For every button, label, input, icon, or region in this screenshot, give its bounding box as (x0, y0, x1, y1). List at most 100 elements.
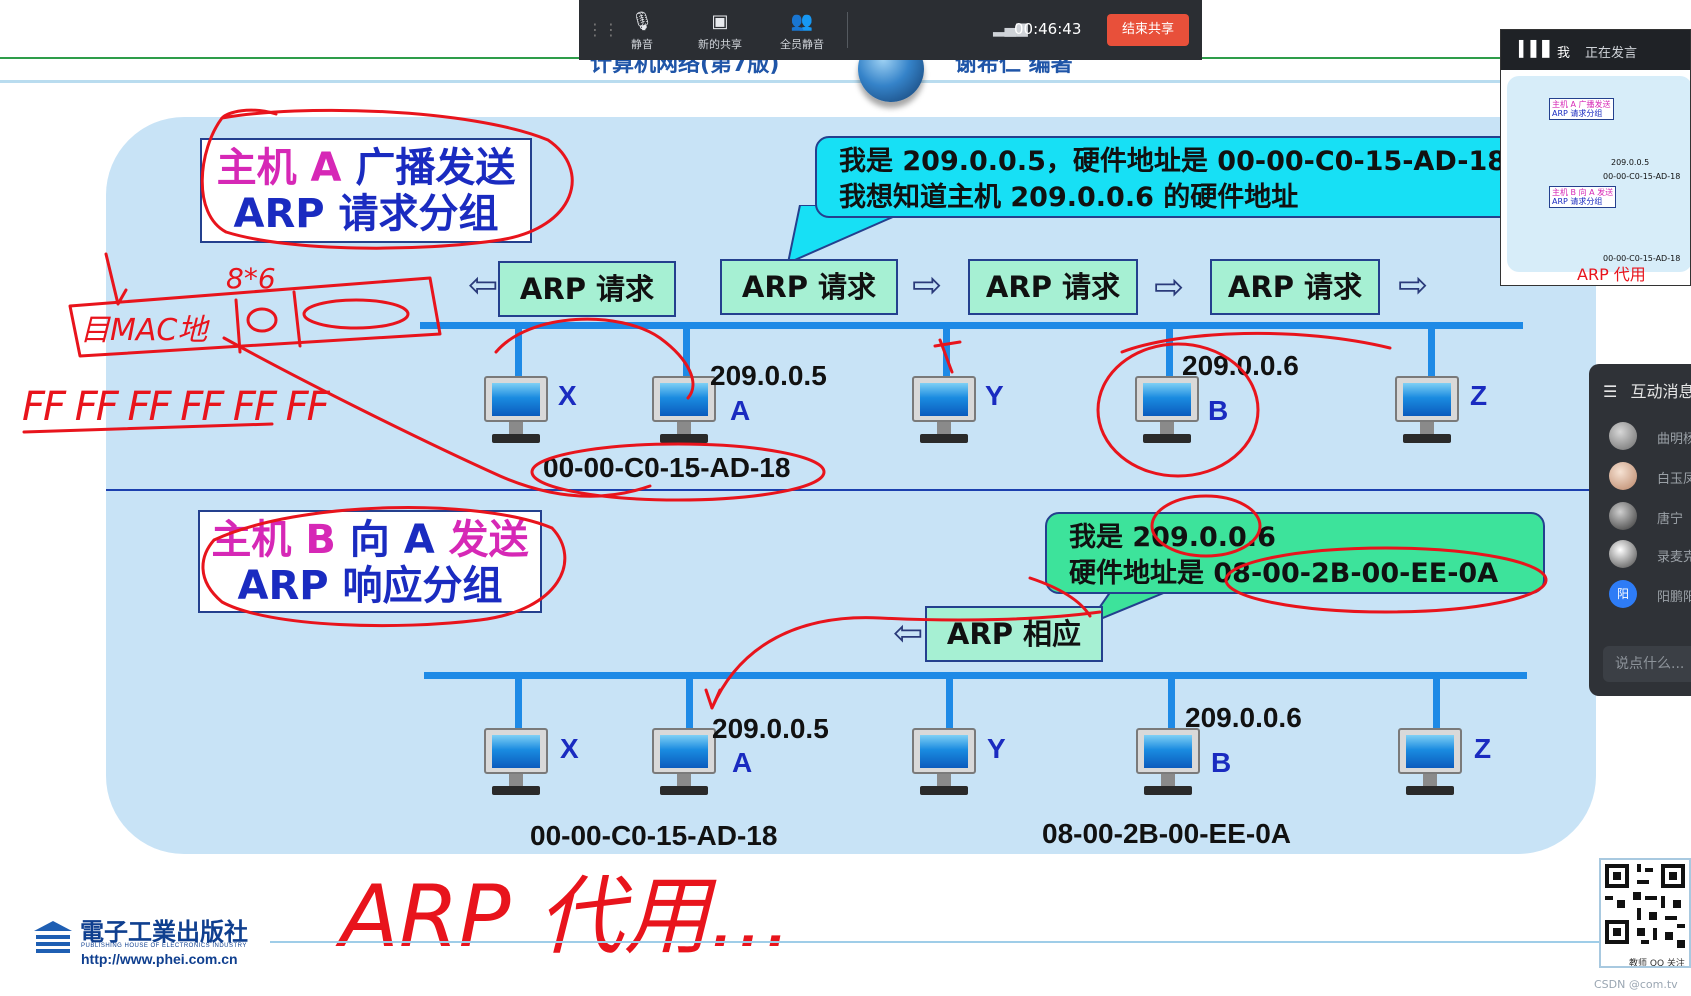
arp-request-box-1: ARP 请求 (498, 261, 676, 317)
request-callout: 我是 209.0.0.5，硬件地址是 00-00-C0-15-AD-18 我想知… (815, 136, 1515, 218)
speaker-thumbnail: 主机 A 广播发送 ARP 请求分组 209.0.0.5 00-00-C0-15… (1507, 76, 1690, 284)
arp-response-box: ARP 相应 (925, 606, 1103, 662)
response-callout-line2: 硬件地址是 08-00-2B-00-EE-0A (1069, 558, 1499, 589)
resp-host-x-label: X (560, 733, 579, 764)
thumb-title-1: 主机 A 广播发送 ARP 请求分组 (1549, 98, 1614, 120)
request-callout-line2: 我想知道主机 209.0.0.6 的硬件地址 (839, 182, 1299, 213)
drop-x (515, 322, 522, 378)
host-b-computer-icon (1133, 376, 1201, 452)
request-arrow-left: ⇦ (468, 265, 499, 306)
chat-user-row[interactable]: 阳 阳鹏阳 (1609, 580, 1691, 610)
host-a-computer-icon (650, 376, 718, 452)
avatar (1609, 422, 1637, 450)
host-b-label: B (1208, 395, 1229, 426)
publisher-logo-icon (30, 917, 76, 959)
chat-user-name: 白玉凤 (1657, 472, 1691, 487)
chat-title: 互动消息 (1630, 382, 1691, 401)
ink-text-arp-note: ARP 代用... (335, 867, 792, 967)
speaker-preview[interactable]: ▍▌▋ 我 正在发言 主机 A 广播发送 ARP 请求分组 209.0.0.5 … (1500, 29, 1691, 286)
chat-header: ☰ 互动消息 (1603, 378, 1691, 402)
resp-host-z-label: Z (1474, 733, 1492, 764)
request-callout-line1: 我是 209.0.0.5，硬件地址是 00-00-C0-15-AD-18 (839, 146, 1507, 177)
thumb-title-2-line2: ARP 请求分组 (1552, 197, 1603, 206)
request-arrow-right-3: ⇨ (1398, 265, 1429, 306)
chat-user-row[interactable]: 唐宁 (1609, 502, 1691, 532)
mute-all-button[interactable]: 👥 全员静音 (767, 8, 837, 52)
request-title-box: 主机 A 广播发送 ARP 请求分组 (200, 138, 532, 243)
resp-host-a-mac: 00-00-C0-15-AD-18 (530, 820, 778, 851)
people-mute-icon: 👥 (790, 11, 814, 32)
chat-user-name: 阳鹏阳 (1657, 590, 1691, 605)
drop-z (1428, 322, 1435, 378)
chat-menu-icon[interactable]: ☰ (1603, 382, 1617, 401)
thumb-ip: 209.0.0.5 (1611, 158, 1650, 167)
mute-button[interactable]: 🎙 静音 (607, 8, 677, 52)
response-title-direction: 向 A (349, 517, 449, 563)
thumb-mac-2: 00-00-C0-15-AD-18 (1603, 254, 1681, 263)
drop-b (1166, 322, 1173, 378)
response-title-box: 主机 B 向 A 发送 ARP 响应分组 (198, 510, 542, 613)
publisher-url[interactable]: http://www.phei.com.cn (81, 951, 238, 967)
screen-share-icon: ▣ (711, 11, 729, 32)
response-arrow-left: ⇦ (893, 613, 924, 654)
thumb-ink-note: ARP 代用 (1577, 265, 1646, 284)
chat-user-row[interactable]: 录麦克 (1609, 540, 1691, 570)
request-network-bus (420, 322, 1523, 329)
resp-drop-x (515, 672, 522, 728)
avatar: 阳 (1609, 580, 1637, 608)
speaker-bar: ▍▌▋ 我 正在发言 (1501, 30, 1690, 70)
toolbar-divider (847, 12, 848, 48)
request-title-action: 广播发送 (355, 145, 516, 191)
microphone-icon: 🎙 (630, 11, 654, 32)
watermark: CSDN @com.tv (1594, 978, 1678, 991)
resp-drop-y (946, 672, 953, 728)
host-x-computer-icon (482, 376, 550, 452)
arp-request-box-2: ARP 请求 (720, 259, 898, 315)
resp-host-b-label: B (1211, 747, 1232, 778)
host-y-computer-icon (910, 376, 978, 452)
new-share-button[interactable]: ▣ 新的共享 (685, 8, 755, 52)
thumb-title-1-line2: ARP 请求分组 (1552, 109, 1603, 118)
interaction-chat-panel: ☰ 互动消息 曲明杨 白玉凤 唐宁 录麦克 阳 阳鹏阳 说点什么... (1589, 364, 1691, 696)
thumb-title-2: 主机 B 向 A 发送 ARP 请求分组 (1549, 186, 1617, 208)
resp-drop-a (686, 672, 693, 728)
request-title-packet: ARP 请求分组 (233, 191, 499, 237)
meeting-timer: 00:46:43 (1014, 20, 1082, 38)
host-z-computer-icon (1393, 376, 1461, 452)
avatar (1609, 502, 1637, 530)
chat-user-row[interactable]: 曲明杨 (1609, 422, 1691, 452)
host-b-ip: 209.0.0.6 (1182, 350, 1299, 381)
resp-host-x-computer-icon (482, 728, 550, 804)
resp-drop-b (1168, 672, 1175, 728)
qr-code[interactable]: 教师 QQ 关注 (1599, 858, 1691, 968)
thumb-title-2-line1: 主机 B 向 A 发送 (1552, 188, 1614, 197)
speaker-status: 正在发言 (1585, 46, 1638, 61)
host-z-label: Z (1470, 380, 1488, 411)
drop-y (943, 322, 950, 378)
chat-user-row[interactable]: 白玉凤 (1609, 462, 1691, 492)
resp-host-b-mac: 08-00-2B-00-EE-0A (1042, 818, 1291, 849)
resp-host-a-computer-icon (650, 728, 718, 804)
response-title-packet: ARP 响应分组 (237, 563, 503, 609)
audio-level-icon: ▍▌▋ (1519, 40, 1554, 58)
publisher-english: PUBLISHING HOUSE OF ELECTRONICS INDUSTRY (81, 943, 247, 949)
resp-host-b-computer-icon (1134, 728, 1202, 804)
meeting-toolbar: ⋮⋮ 🎙 静音 ▣ 新的共享 👥 全员静音 ▂▄▆ 00:46:43 结束共享 (579, 0, 1202, 60)
request-arrow-right-2: ⇨ (1154, 267, 1185, 308)
request-arrow-right-1: ⇨ (912, 265, 943, 306)
stop-sharing-button[interactable]: 结束共享 (1107, 14, 1189, 46)
arp-request-box-4: ARP 请求 (1210, 259, 1380, 315)
response-network-bus (424, 672, 1527, 679)
host-a-label: A (730, 395, 751, 426)
host-a-ip: 209.0.0.5 (710, 360, 827, 391)
chat-input[interactable]: 说点什么... (1603, 646, 1691, 682)
section-divider (106, 489, 1596, 491)
avatar (1609, 462, 1637, 490)
resp-host-a-label: A (732, 747, 753, 778)
request-title-host: 主机 A (216, 145, 356, 191)
speaker-name: 我 (1557, 46, 1571, 61)
thumb-title-1-line1: 主机 A 广播发送 (1552, 100, 1611, 109)
response-title-host: 主机 B (211, 517, 350, 563)
drop-a (683, 322, 690, 378)
resp-host-z-computer-icon (1396, 728, 1464, 804)
